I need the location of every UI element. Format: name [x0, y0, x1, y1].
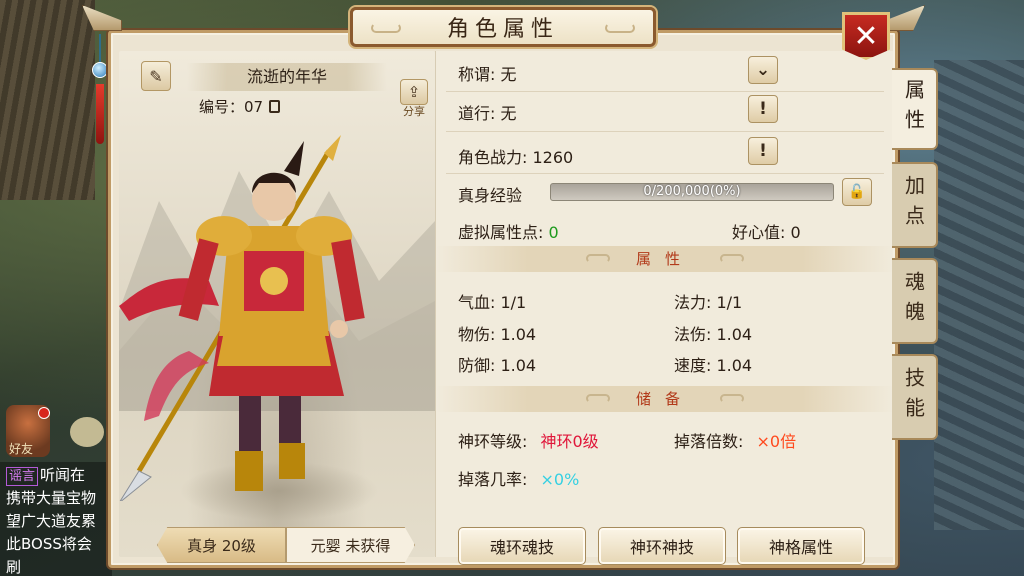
speed-stat: 速度: 1.04: [674, 356, 753, 375]
exclamation-icon: !: [759, 141, 767, 161]
hp-stat: 气血: 1/1: [458, 293, 527, 312]
window-title-plate: 角色属性: [350, 7, 656, 47]
chat-line: 听闻在: [40, 466, 86, 484]
exp-progress-bar: 0/200,000(0%): [550, 183, 834, 201]
title-row: 称谓: 无: [458, 65, 517, 84]
god-ring-button[interactable]: 神环神技: [598, 527, 726, 565]
character-display: ✎ 流逝的年华 编号：07 ⇪ 分享 真身 20级 元婴 未获得: [119, 51, 435, 563]
share-icon: ⇪: [400, 79, 428, 105]
chat-messages[interactable]: 谣言 听闻在 携带大量宝物 望广大道友累 此BOSS将会刷: [0, 462, 112, 576]
reserve-section-header: 储备: [436, 386, 894, 412]
friend-label: 好友: [9, 442, 34, 456]
god-attr-button[interactable]: 神格属性: [737, 527, 865, 565]
tab-true-body[interactable]: 真身 20级: [157, 527, 286, 563]
mana-stat: 法力: 1/1: [674, 293, 743, 312]
ring-level-value: 神环0级: [540, 432, 599, 451]
share-button[interactable]: ⇪ 分享: [399, 79, 429, 121]
unlock-icon: 🔓: [848, 184, 866, 200]
chevron-down-icon: ⌄: [755, 60, 771, 80]
ring-level-row: 神环等级: 神环0级: [458, 428, 599, 452]
exp-label: 真身经验: [458, 186, 523, 205]
virtual-points-label: 虚拟属性点:: [458, 223, 544, 242]
soul-ring-button[interactable]: 魂环魂技: [458, 527, 586, 565]
tab-attributes[interactable]: 属性: [892, 68, 938, 150]
chat-bubble-icon[interactable]: [70, 417, 104, 447]
attributes-section-header: 属性: [436, 246, 894, 272]
edit-name-button[interactable]: ✎: [141, 61, 171, 91]
daoxing-row: 道行: 无: [458, 104, 517, 123]
close-icon: ✕: [853, 18, 879, 54]
window-title: 角色属性: [446, 17, 559, 42]
title-dropdown-button[interactable]: ⌄: [748, 56, 778, 84]
chat-line: 此BOSS将会刷: [6, 535, 92, 576]
character-id: 编号：07: [199, 96, 281, 117]
drop-mult-label: 掉落倍数:: [674, 432, 744, 451]
defense-stat: 防御: 1.04: [458, 356, 537, 375]
exclamation-icon: !: [759, 99, 767, 119]
mag-dmg-stat: 法伤: 1.04: [674, 325, 753, 344]
daoxing-info-button[interactable]: !: [748, 95, 778, 123]
tab-yuanying[interactable]: 元婴 未获得: [286, 527, 415, 563]
chat-tag: 谣言: [6, 467, 39, 486]
divider: [446, 173, 884, 174]
attributes-header-text: 属性: [635, 250, 694, 268]
background-roof-right: [934, 60, 1024, 530]
goodwill-row: 好心值: 0: [732, 223, 801, 242]
drop-mult-row: 掉落倍数: ×0倍: [674, 428, 796, 452]
hanging-ornament: [92, 34, 108, 149]
pencil-icon: ✎: [149, 66, 163, 86]
notification-dot: [38, 407, 50, 419]
tab-soul[interactable]: 魂魄: [892, 258, 938, 344]
divider: [446, 91, 884, 92]
character-name: 流逝的年华: [187, 63, 387, 91]
drop-mult-value: ×0倍: [756, 432, 797, 451]
tab-add-points[interactable]: 加点: [892, 162, 938, 248]
exp-progress-text: 0/200,000(0%): [643, 184, 741, 199]
character-model: [119, 135, 365, 501]
body-tabs: 真身 20级 元婴 未获得: [157, 527, 415, 563]
virtual-points-value: 0: [548, 223, 559, 242]
exp-lock-button[interactable]: 🔓: [842, 178, 872, 206]
share-label: 分享: [403, 105, 425, 118]
power-info-button[interactable]: !: [748, 137, 778, 165]
ring-level-label: 神环等级:: [458, 432, 528, 451]
copy-icon[interactable]: [269, 100, 281, 113]
drop-rate-label: 掉落几率:: [458, 470, 528, 489]
divider: [446, 131, 884, 132]
attribute-info: 称谓: 无 ⌄ 道行: 无 ! 角色战力: 1260 ! 真身经验 0/200,…: [435, 51, 894, 565]
virtual-points-row: 虚拟属性点: 0: [458, 219, 559, 243]
reserve-header-text: 储备: [635, 390, 694, 408]
chat-area: 好友 谣言 听闻在 携带大量宝物 望广大道友累 此BOSS将会刷: [0, 405, 112, 576]
power-row: 角色战力: 1260: [458, 148, 574, 167]
phys-dmg-stat: 物伤: 1.04: [458, 325, 537, 344]
character-id-text: 编号：07: [199, 98, 264, 116]
background-roof-left: [0, 0, 95, 200]
tab-skills[interactable]: 技能: [892, 354, 938, 440]
chat-line: 望广大道友累: [6, 512, 97, 530]
drop-rate-row: 掉落几率: ×0%: [458, 466, 579, 490]
character-attributes-panel: ✎ 流逝的年华 编号：07 ⇪ 分享 真身 20级 元婴 未获得 称谓: 无 ⌄…: [108, 30, 898, 568]
drop-rate-value: ×0%: [540, 470, 580, 489]
chat-line: 携带大量宝物: [6, 489, 97, 507]
